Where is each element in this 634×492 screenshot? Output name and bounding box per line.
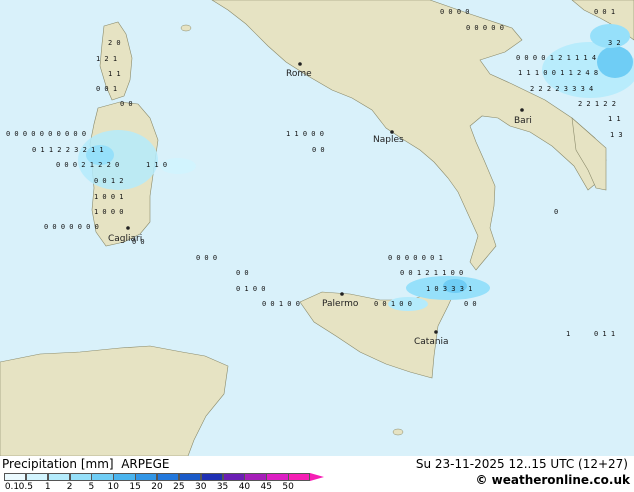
value-row: 1 <box>566 330 570 338</box>
scale-tick-label: 1 <box>44 482 51 492</box>
value-row: 0 0 0 0 0 0 1 <box>388 254 443 262</box>
value-row: 2 2 2 2 3 3 3 4 <box>530 85 593 93</box>
value-row: 0 0 <box>464 300 477 308</box>
svg-text:Naples: Naples <box>373 135 404 145</box>
scale-tick-label: 5 <box>88 482 95 492</box>
scale-tick-label: 30 <box>194 482 207 492</box>
value-row: 0 0 1 2 <box>94 177 124 185</box>
color-scale-segment <box>288 473 311 481</box>
value-row: 1 0 3 3 3 1 <box>426 285 472 293</box>
value-row: 2 0 <box>108 39 121 47</box>
scale-tick-label: 0.5 <box>18 482 34 492</box>
value-row: 0 0 0 0 0 0 0 0 0 0 <box>6 130 86 138</box>
value-row: 1 3 <box>610 131 623 139</box>
scale-tick-label: 15 <box>129 482 141 492</box>
value-row: 1 1 1 0 0 1 1 2 4 8 <box>518 69 598 77</box>
legend-title: Precipitation [mm] ARPEGE <box>2 457 169 471</box>
scale-tick-label: 25 <box>173 482 185 492</box>
svg-text:Bari: Bari <box>514 116 532 126</box>
color-scale-segment <box>113 473 136 481</box>
color-scale-segment <box>4 473 27 481</box>
svg-text:Palermo: Palermo <box>322 299 359 309</box>
map-footer: Precipitation [mm] ARPEGE Su 23-11-2025 … <box>0 456 634 492</box>
scale-tick-label: 10 <box>107 482 120 492</box>
value-row: 1 2 1 <box>96 55 117 63</box>
scale-tick-label: 20 <box>151 482 163 492</box>
credit-label: © weatheronline.co.uk <box>475 473 630 487</box>
value-row: 0 0 <box>120 100 133 108</box>
value-row: 1 1 <box>108 70 121 78</box>
value-row: 0 0 0 0 0 0 0 <box>44 223 99 231</box>
scale-tick-label: 2 <box>66 482 73 492</box>
svg-text:Rome: Rome <box>286 69 312 79</box>
value-row: 0 0 <box>312 146 325 154</box>
value-row: 0 1 1 2 2 3 2 1 1 <box>32 146 104 154</box>
value-row: 0 1 0 0 <box>236 285 266 293</box>
color-scale-segment <box>47 473 71 481</box>
color-scale-segment <box>69 473 92 481</box>
precip-area-adriatic-core <box>597 46 633 78</box>
scale-tick-label: 50 <box>282 482 294 492</box>
color-scale-arrow <box>310 473 324 481</box>
value-row: 0 0 0 <box>196 254 217 262</box>
island-malta <box>392 428 404 436</box>
color-scale-segment <box>178 473 202 481</box>
value-row: 1 0 0 0 <box>94 208 124 216</box>
value-row: 2 2 1 2 2 <box>578 100 616 108</box>
svg-text:Catania: Catania <box>414 337 449 347</box>
value-row: 0 <box>554 208 558 216</box>
island-elba <box>180 24 192 32</box>
value-row: 1 1 0 <box>146 161 167 169</box>
land-tunisia <box>0 345 229 456</box>
scale-tick-label: 45 <box>260 482 273 492</box>
value-row: 0 0 1 0 0 <box>262 300 300 308</box>
value-row: 0 0 0 2 1 2 2 0 <box>56 161 119 169</box>
color-scale-segment <box>157 473 180 481</box>
datetime-label: Su 23-11-2025 12..15 UTC (12+27) <box>415 457 628 471</box>
value-row: 0 1 1 <box>594 330 615 338</box>
value-row: 0 0 <box>132 238 145 246</box>
scale-tick-label: 0.1 <box>4 482 20 492</box>
value-row: 1 0 0 1 <box>94 193 124 201</box>
color-scale-segment <box>25 473 49 481</box>
color-scale-bar <box>4 473 330 481</box>
color-scale-segment <box>91 473 114 481</box>
variable-label: Precipitation [mm] <box>2 457 114 471</box>
value-row: 0 0 1 <box>96 85 117 93</box>
value-row: 1 1 <box>608 115 621 123</box>
value-row: 0 0 0 0 1 2 1 1 1 4 <box>516 54 596 62</box>
precipitation-map: Rome Naples Bari Cagliari Palermo Catani… <box>0 0 634 456</box>
value-row: 0 0 0 0 <box>440 8 470 16</box>
value-row: 0 0 1 0 0 <box>374 300 412 308</box>
color-scale-segment <box>244 473 267 481</box>
color-scale-segment <box>222 473 245 481</box>
value-row: 0 0 <box>236 269 249 277</box>
value-row: 3 2 <box>608 39 621 47</box>
color-scale-segment <box>200 473 224 481</box>
scale-tick-label: 40 <box>238 482 251 492</box>
value-row: 1 1 0 0 0 <box>286 130 324 138</box>
model-label: ARPEGE <box>121 457 170 471</box>
value-row: 0 0 0 0 0 <box>466 24 504 32</box>
color-scale-segment <box>266 473 289 481</box>
scale-tick-label: 35 <box>216 482 229 492</box>
value-row: 0 0 1 2 1 1 0 0 <box>400 269 463 277</box>
value-row: 0 0 1 <box>594 8 615 16</box>
color-scale-segment <box>135 473 158 481</box>
